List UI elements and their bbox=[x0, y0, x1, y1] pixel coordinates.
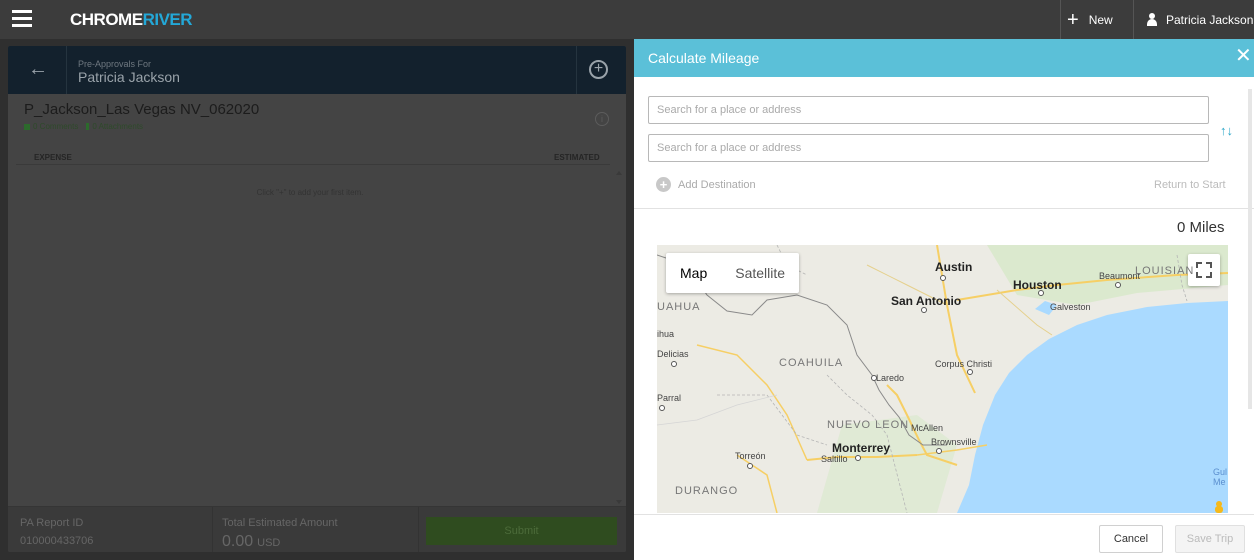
map-label-corpus-christi: Corpus Christi bbox=[935, 359, 993, 369]
column-header-estimated: ESTIMATED bbox=[554, 153, 600, 162]
pre-approvals-for-label: Pre-Approvals For bbox=[78, 59, 152, 69]
map-label-delicias: Delicias bbox=[657, 349, 689, 359]
city-marker bbox=[671, 361, 677, 367]
map-label-chihuahua: UAHUA bbox=[657, 301, 701, 313]
street-view-pegman-icon[interactable] bbox=[1213, 501, 1225, 513]
footer-divider bbox=[212, 507, 213, 552]
info-icon[interactable]: i bbox=[595, 112, 609, 126]
pre-approval-header: ← Pre-Approvals For Patricia Jackson + bbox=[8, 46, 626, 94]
pre-approvals-owner: Patricia Jackson bbox=[78, 69, 180, 85]
mileage-header: Calculate Mileage ✕ bbox=[634, 39, 1254, 77]
report-meta: 0 Comments 0 Attachments bbox=[24, 122, 143, 131]
user-name: Patricia Jackson bbox=[1166, 12, 1254, 27]
comment-icon bbox=[24, 123, 30, 130]
destination-search-input[interactable] bbox=[648, 134, 1209, 162]
header-divider bbox=[66, 46, 67, 94]
logo-text-chrome: CHROME bbox=[70, 10, 143, 29]
map-label-parral: Parral bbox=[657, 393, 682, 403]
calculate-mileage-panel: Calculate Mileage ✕ ↑↓ + Add Destination… bbox=[634, 39, 1254, 560]
pre-approval-panel: ← Pre-Approvals For Patricia Jackson + P… bbox=[8, 46, 626, 552]
distance-readout: 0 Miles bbox=[1177, 219, 1225, 236]
map-label-brownsville: Brownsville bbox=[931, 437, 977, 447]
report-title: P_Jackson_Las Vegas NV_062020 bbox=[24, 101, 260, 118]
header-divider bbox=[576, 46, 577, 94]
back-arrow-icon[interactable]: ← bbox=[28, 58, 48, 81]
column-header-expense: EXPENSE bbox=[34, 153, 72, 162]
mileage-title: Calculate Mileage bbox=[648, 50, 760, 66]
route-map[interactable]: Map Satellite Austin Houston Beaumont LO… bbox=[657, 245, 1228, 513]
menu-icon[interactable] bbox=[12, 10, 32, 28]
total-amount-label: Total Estimated Amount bbox=[222, 517, 338, 529]
attachments-count[interactable]: 0 Attachments bbox=[92, 122, 143, 131]
top-bar: CHROMERIVER + New Patricia Jackson bbox=[0, 0, 1254, 39]
scroll-down-icon[interactable] bbox=[616, 500, 622, 504]
map-label-durango: DURANGO bbox=[675, 485, 739, 497]
close-icon[interactable]: ✕ bbox=[1235, 46, 1252, 66]
plus-icon: + bbox=[1067, 8, 1079, 31]
user-menu-button[interactable]: Patricia Jackson bbox=[1146, 0, 1253, 39]
map-label-nuevo-leon: NUEVO LEON bbox=[827, 419, 910, 431]
currency-code: USD bbox=[257, 537, 281, 549]
map-label-galveston: Galveston bbox=[1050, 302, 1091, 312]
add-circle-icon: + bbox=[656, 177, 671, 192]
map-label-gulf-line2: Me bbox=[1213, 477, 1226, 487]
map-label-gulf-line1: Gul bbox=[1213, 467, 1228, 477]
add-destination-button[interactable]: + Add Destination bbox=[656, 177, 756, 192]
return-to-start-button[interactable]: Return to Start bbox=[1154, 179, 1226, 191]
origin-search-input[interactable] bbox=[648, 96, 1209, 124]
new-button[interactable]: + New bbox=[1067, 0, 1113, 39]
scroll-up-icon[interactable] bbox=[616, 171, 622, 175]
attachment-icon bbox=[86, 123, 90, 130]
city-marker bbox=[855, 455, 861, 461]
total-amount-value: 0.00 bbox=[222, 533, 254, 550]
report-footer: PA Report ID 010000433706 Total Estimate… bbox=[8, 506, 626, 552]
map-label-torreon: Torreón bbox=[735, 451, 766, 461]
map-label-chihuahua-city: ihua bbox=[657, 329, 675, 339]
total-amount: 0.00 USD bbox=[222, 533, 280, 551]
city-marker bbox=[659, 405, 665, 411]
map-label-saltillo: Saltillo bbox=[821, 454, 848, 464]
report-id-value: 010000433706 bbox=[20, 535, 94, 547]
user-icon bbox=[1146, 13, 1158, 26]
map-type-satellite[interactable]: Satellite bbox=[721, 253, 799, 293]
map-label-mcallen: McAllen bbox=[911, 423, 944, 433]
logo-text-river: RIVER bbox=[142, 10, 193, 29]
swap-direction-icon[interactable]: ↑↓ bbox=[1220, 123, 1236, 143]
map-label-san-antonio: San Antonio bbox=[891, 294, 962, 308]
report-id-label: PA Report ID bbox=[20, 517, 84, 529]
map-label-coahuila: COAHUILA bbox=[779, 357, 844, 369]
city-marker bbox=[1038, 290, 1044, 296]
city-marker bbox=[747, 463, 753, 469]
map-type-map[interactable]: Map bbox=[666, 253, 721, 293]
divider bbox=[634, 208, 1254, 209]
save-trip-button[interactable]: Save Trip bbox=[1175, 525, 1245, 553]
map-label-laredo: Laredo bbox=[876, 373, 905, 383]
submit-button[interactable]: Submit bbox=[426, 517, 617, 545]
map-label-beaumont: Beaumont bbox=[1099, 271, 1141, 281]
city-marker bbox=[940, 275, 946, 281]
comments-count[interactable]: 0 Comments bbox=[33, 122, 78, 131]
divider bbox=[634, 514, 1254, 515]
city-marker bbox=[871, 375, 877, 381]
map-label-austin: Austin bbox=[935, 260, 973, 274]
footer-divider bbox=[418, 507, 419, 552]
city-marker bbox=[967, 369, 973, 375]
map-label-houston: Houston bbox=[1013, 278, 1062, 292]
topbar-divider bbox=[1060, 0, 1061, 39]
add-item-icon[interactable]: + bbox=[589, 60, 608, 79]
map-label-monterrey: Monterrey bbox=[832, 441, 891, 455]
empty-list-message: Click "+" to add your first item. bbox=[256, 188, 364, 197]
add-destination-label: Add Destination bbox=[678, 178, 756, 191]
city-marker bbox=[1115, 282, 1121, 288]
topbar-divider bbox=[1133, 0, 1134, 39]
divider bbox=[16, 164, 610, 165]
map-type-toggle: Map Satellite bbox=[666, 253, 800, 293]
city-marker bbox=[936, 448, 942, 454]
chrome-river-logo[interactable]: CHROMERIVER bbox=[70, 10, 193, 30]
panel-scrollbar[interactable] bbox=[1248, 89, 1252, 409]
new-button-label: New bbox=[1088, 12, 1113, 27]
map-label-louisiana: LOUISIAN bbox=[1135, 265, 1195, 277]
city-marker bbox=[921, 307, 927, 313]
cancel-button[interactable]: Cancel bbox=[1099, 525, 1163, 553]
